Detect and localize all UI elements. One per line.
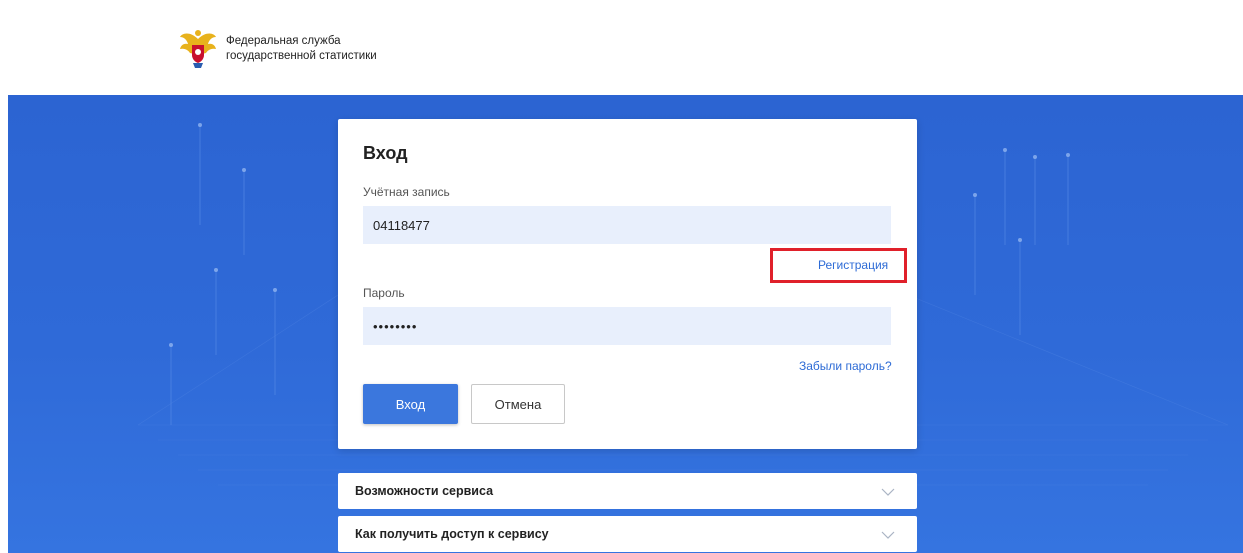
registration-link[interactable]: Регистрация [818,258,888,272]
account-input[interactable] [363,206,891,244]
login-button[interactable]: Вход [363,384,458,424]
cancel-button[interactable]: Отмена [471,384,565,424]
org-name-line1: Федеральная служба [226,35,341,47]
forgot-password-link[interactable]: Забыли пароль? [799,359,892,373]
account-label: Учётная запись [363,185,450,199]
organization-name: Федеральная служба государственной стати… [226,34,377,64]
password-input[interactable] [363,307,891,345]
password-label: Пароль [363,286,405,300]
site-header: Федеральная служба государственной стати… [0,0,1243,95]
accordion-access-info[interactable]: Как получить доступ к сервису [338,516,917,552]
chevron-down-icon [881,526,895,544]
emblem-logo-icon [178,27,218,69]
chevron-down-icon [881,483,895,501]
accordion-label: Как получить доступ к сервису [355,527,549,541]
accordion-label: Возможности сервиса [355,484,494,498]
accordion-service-features[interactable]: Возможности сервиса [338,473,917,509]
login-card: Вход Учётная запись Регистрация Пароль З… [338,119,917,449]
org-name-line2: государственной статистики [226,50,377,62]
login-title: Вход [363,143,408,163]
